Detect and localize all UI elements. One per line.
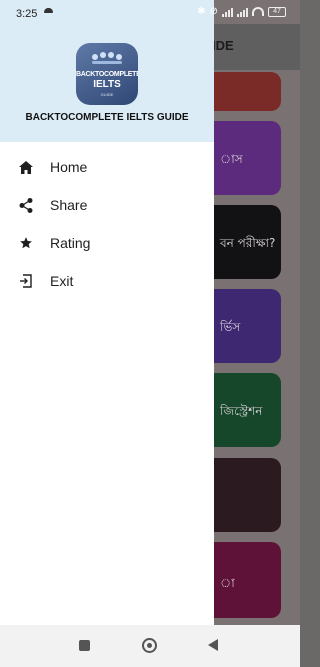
menu-item-share[interactable]: Share (0, 186, 214, 224)
logo-text-line2: IELTS (93, 79, 121, 90)
bluetooth-icon: ✱ (197, 6, 206, 17)
people-icon (92, 52, 122, 64)
category-card-label: া (220, 576, 235, 590)
menu-label: Rating (50, 235, 91, 251)
status-icons: ✱ ⊘ 47 (197, 6, 286, 17)
drawer-menu: Home Share Rating Exit (0, 148, 214, 300)
status-bar: 3:25 ✱ ⊘ 47 (0, 0, 300, 24)
app-title-fragment: IDE (212, 38, 234, 53)
home-button[interactable] (142, 638, 157, 653)
signal-icon (237, 7, 248, 17)
menu-label: Exit (50, 273, 74, 289)
menu-label: Share (50, 197, 88, 213)
category-card-label: বন পরীক্ষা? (220, 236, 276, 250)
menu-item-home[interactable]: Home (0, 148, 214, 186)
menu-item-rating[interactable]: Rating (0, 224, 214, 262)
wifi-icon (252, 7, 264, 16)
home-icon (18, 159, 34, 175)
menu-item-exit[interactable]: Exit (0, 262, 214, 300)
mute-icon: ⊘ (209, 6, 218, 17)
navigation-drawer: BACKTOCOMPLETE IELTS GUIDE BACKTOCOMPLET… (0, 0, 214, 667)
cloud-icon (44, 8, 53, 13)
exit-icon (18, 273, 34, 289)
battery-icon: 47 (268, 6, 286, 17)
category-card-label: জিস্ট্রেশন (220, 404, 263, 418)
menu-label: Home (50, 159, 88, 175)
logo-text-line1: BACKTOCOMPLETE (76, 71, 138, 78)
logo-text-line3: GUIDE (100, 92, 114, 97)
back-button[interactable] (208, 639, 218, 651)
signal-icon (222, 7, 233, 17)
status-time: 3:25 (16, 8, 38, 20)
category-card-label: র্ভিস (220, 320, 241, 334)
system-navigation-bar (0, 625, 300, 667)
category-card-label: াস (220, 152, 243, 166)
star-icon (18, 235, 34, 251)
share-icon (18, 197, 34, 213)
recents-button[interactable] (79, 640, 90, 651)
drawer-app-name: BACKTOCOMPLETE IELTS GUIDE (25, 112, 189, 123)
app-logo: BACKTOCOMPLETE IELTS GUIDE (76, 43, 138, 105)
